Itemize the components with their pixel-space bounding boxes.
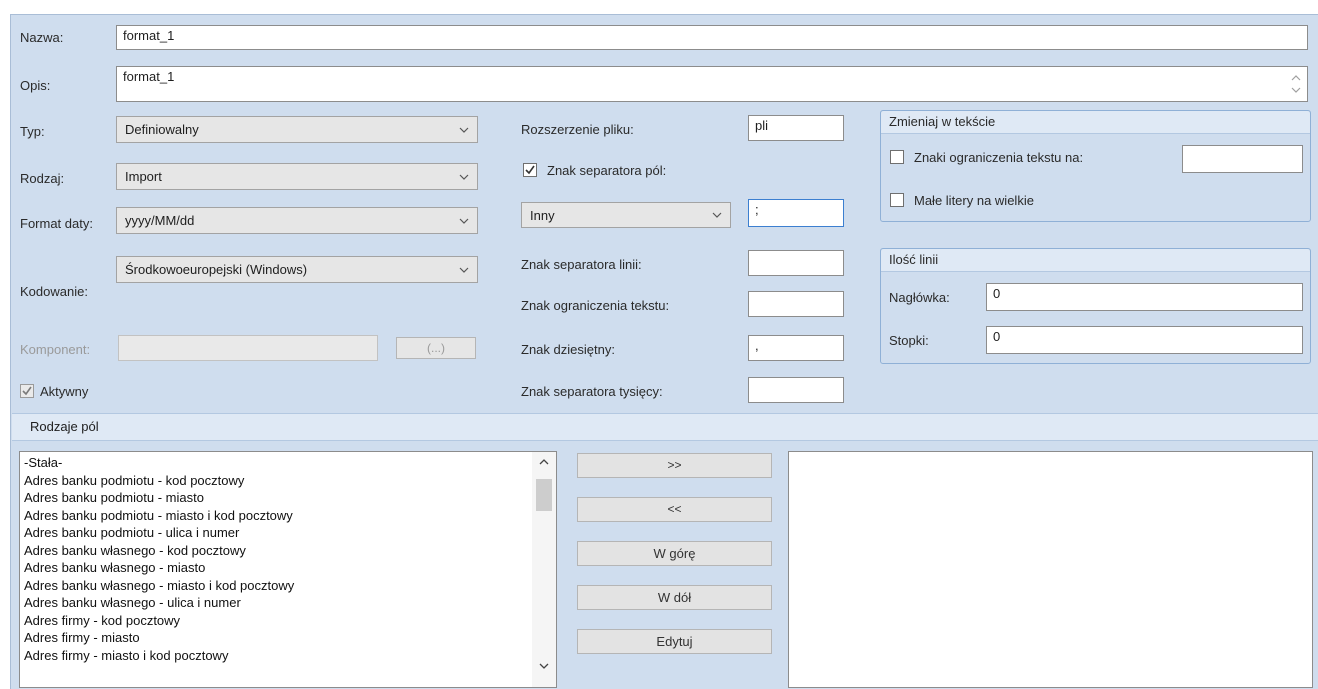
rozszerzenie-input[interactable]: pli (748, 115, 844, 141)
list-scrollbar[interactable] (532, 452, 556, 687)
list-item[interactable]: Adres firmy - miasto i kod pocztowy (20, 647, 530, 665)
checkmark-icon (22, 386, 32, 396)
naglowka-label: Nagłówka: (889, 290, 950, 305)
scroll-down-icon[interactable] (539, 662, 549, 670)
add-field-button[interactable]: >> (577, 453, 772, 478)
list-item[interactable]: Adres banku podmiotu - miasto (20, 489, 530, 507)
list-item[interactable]: Adres banku własnego - miasto (20, 559, 530, 577)
chevron-down-icon (459, 127, 469, 133)
list-item[interactable]: Adres firmy - kod pocztowy (20, 612, 530, 630)
nazwa-label: Nazwa: (20, 30, 64, 45)
format-daty-value: yyyy/MM/dd (125, 213, 195, 228)
komponent-label: Komponent: (20, 342, 91, 357)
naglowka-input[interactable]: 0 (986, 283, 1303, 311)
znaki-checkbox[interactable] (890, 150, 904, 164)
list-item[interactable]: Adres banku własnego - miasto i kod pocz… (20, 577, 530, 595)
list-item[interactable]: -Stała- (20, 454, 530, 472)
zmieniaj-title: Zmieniaj w tekście (881, 111, 1310, 134)
opis-label: Opis: (20, 78, 51, 93)
rodzaj-label: Rodzaj: (20, 171, 65, 186)
scroll-thumb[interactable] (536, 479, 552, 511)
format-daty-label: Format daty: (20, 216, 93, 231)
list-item[interactable]: Adres banku własnego - kod pocztowy (20, 542, 530, 560)
tysiecy-input[interactable] (748, 377, 844, 403)
list-item[interactable]: Adres banku własnego - ulica i numer (20, 594, 530, 612)
rodzaje-header: Rodzaje pól (12, 413, 1318, 441)
format-daty-select[interactable]: yyyy/MM/dd (116, 207, 478, 234)
list-item[interactable]: Adres banku podmiotu - kod pocztowy (20, 472, 530, 490)
chevron-down-icon (459, 267, 469, 273)
separator-pol-label: Znak separatora pól: (547, 163, 667, 178)
separator-pol-checkbox[interactable] (523, 163, 537, 177)
ograniczenia-label: Znak ograniczenia tekstu: (521, 298, 670, 313)
scroll-arrows-icon[interactable] (1291, 73, 1301, 98)
ilosc-title: Ilość linii (881, 249, 1310, 272)
list-item[interactable]: Adres banku podmiotu - ulica i numer (20, 524, 530, 542)
aktywny-label: Aktywny (40, 384, 89, 399)
rodzaj-value: Import (125, 169, 162, 184)
rodzaje-title: Rodzaje pól (30, 419, 99, 434)
chevron-down-icon (459, 218, 469, 224)
edit-field-button[interactable]: Edytuj (577, 629, 772, 654)
kodowanie-value: Środkowoeuropejski (Windows) (125, 262, 308, 277)
rozszerzenie-label: Rozszerzenie pliku: (521, 122, 634, 137)
kodowanie-label: Kodowanie: (20, 284, 88, 299)
chevron-down-icon (459, 174, 469, 180)
male-label: Małe litery na wielkie (914, 193, 1034, 208)
male-checkbox[interactable] (890, 193, 904, 207)
separator-linii-label: Znak separatora linii: (521, 257, 642, 272)
typ-select[interactable]: Definiowalny (116, 116, 478, 143)
remove-field-button[interactable]: << (577, 497, 772, 522)
typ-value: Definiowalny (125, 122, 199, 137)
scroll-up-icon[interactable] (539, 458, 549, 466)
komponent-input[interactable] (118, 335, 378, 361)
komponent-browse-button[interactable]: (...) (396, 337, 476, 359)
separator-type-value: Inny (530, 207, 555, 223)
separator-char-input[interactable]: ; (748, 199, 844, 227)
tysiecy-label: Znak separatora tysięcy: (521, 384, 663, 399)
znaki-label: Znaki ograniczenia tekstu na: (914, 150, 1084, 165)
rodzaj-select[interactable]: Import (116, 163, 478, 190)
list-item[interactable]: Adres banku podmiotu - miasto i kod pocz… (20, 507, 530, 525)
checkmark-icon (525, 165, 535, 175)
dziesietny-label: Znak dziesiętny: (521, 342, 615, 357)
kodowanie-select[interactable]: Środkowoeuropejski (Windows) (116, 256, 478, 283)
typ-label: Typ: (20, 124, 45, 139)
stopki-label: Stopki: (889, 333, 929, 348)
separator-linii-input[interactable] (748, 250, 844, 276)
aktywny-checkbox[interactable] (20, 384, 34, 398)
opis-text: format_1 (123, 69, 175, 84)
znaki-input[interactable] (1182, 145, 1303, 173)
ograniczenia-input[interactable] (748, 291, 844, 317)
stopki-input[interactable]: 0 (986, 326, 1303, 354)
separator-type-select[interactable]: Inny (521, 202, 731, 228)
nazwa-input[interactable]: format_1 (116, 25, 1308, 50)
move-down-button[interactable]: W dół (577, 585, 772, 610)
dziesietny-input[interactable]: , (748, 335, 844, 361)
move-up-button[interactable]: W górę (577, 541, 772, 566)
list-item[interactable]: Adres firmy - miasto (20, 629, 530, 647)
available-fields-list[interactable]: -Stała- Adres banku podmiotu - kod poczto… (19, 451, 557, 688)
opis-textarea[interactable]: format_1 (116, 66, 1308, 102)
chevron-down-icon (712, 212, 722, 218)
selected-fields-list[interactable] (788, 451, 1313, 688)
